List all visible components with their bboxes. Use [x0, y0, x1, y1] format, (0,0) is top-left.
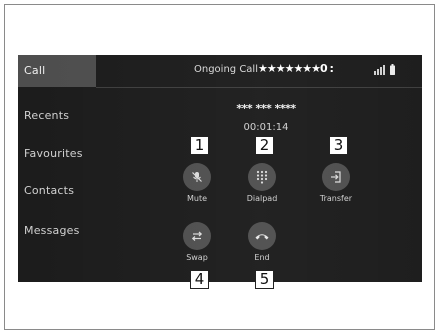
sidebar-item-contacts[interactable]: Contacts — [18, 175, 96, 207]
end-call-icon — [255, 234, 269, 240]
call-header: Ongoing Call ★★★★★★★0 : — [96, 55, 422, 88]
swap-label: Swap — [186, 253, 208, 262]
signal-bars-icon — [374, 65, 385, 75]
sidebar-item-messages[interactable]: Messages — [18, 215, 96, 247]
masked-contact-name: ★★★★★★★0 : — [258, 62, 334, 75]
page-title: Ongoing Call — [194, 64, 258, 75]
swap-button[interactable] — [183, 222, 211, 250]
sidebar-item-recents[interactable]: Recents — [18, 100, 96, 132]
dialpad-label: Dialpad — [246, 194, 278, 203]
mute-icon — [192, 172, 202, 182]
transfer-icon — [331, 171, 341, 183]
call-timer: 00:01:14 — [243, 122, 289, 133]
mute-label: Mute — [186, 194, 208, 203]
mute-button[interactable] — [183, 163, 211, 191]
call-number: *** *** **** — [236, 102, 296, 115]
sidebar: Call Recents Favourites Contacts Message… — [18, 55, 96, 282]
sidebar-item-call[interactable]: Call — [18, 55, 96, 87]
sidebar-item-favourites[interactable]: Favourites — [18, 138, 96, 170]
swap-control: Swap — [167, 222, 227, 262]
callout-2: 2 — [255, 136, 274, 155]
end-label: End — [254, 253, 270, 262]
mute-control: Mute — [167, 163, 227, 203]
end-call-button[interactable] — [248, 222, 276, 250]
swap-icon — [191, 231, 203, 241]
callout-4: 4 — [190, 270, 209, 289]
callout-1: 1 — [190, 136, 209, 155]
phone-call-screen: Call Recents Favourites Contacts Message… — [18, 55, 422, 282]
transfer-button[interactable] — [322, 163, 350, 191]
transfer-label: Transfer — [319, 194, 353, 203]
battery-icon — [390, 64, 395, 75]
callout-3: 3 — [329, 136, 348, 155]
transfer-control: Transfer — [306, 163, 366, 203]
dialpad-control: Dialpad — [232, 163, 292, 203]
end-control: End — [232, 222, 292, 262]
dialpad-button[interactable] — [248, 163, 276, 191]
callout-5: 5 — [255, 270, 274, 289]
dialpad-icon — [256, 170, 268, 184]
